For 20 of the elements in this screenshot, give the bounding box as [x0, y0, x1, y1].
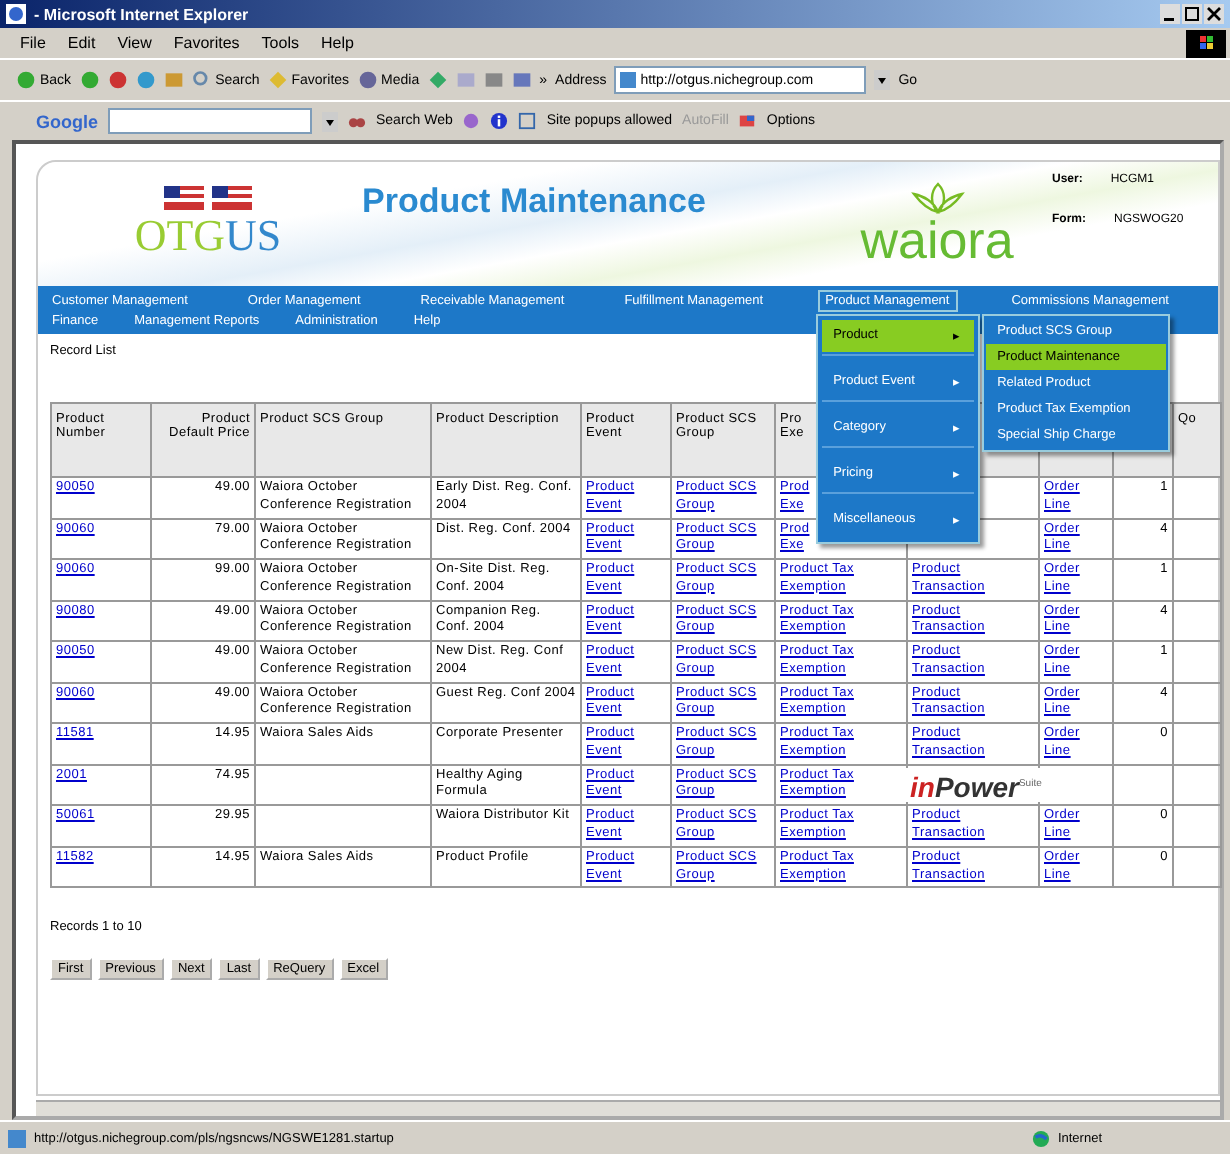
page-title: Product Maintenance [362, 182, 708, 222]
search-field[interactable] [108, 108, 312, 134]
menu-item[interactable]: Favorites [173, 34, 240, 52]
menu-item[interactable]: Edit [67, 34, 96, 52]
close-icon[interactable] [1204, 4, 1224, 24]
menu-item[interactable]: Tools [261, 34, 299, 52]
menu-item[interactable]: View [117, 34, 152, 52]
windows-logo-icon [1186, 29, 1226, 57]
menu-item[interactable]: Help [320, 34, 354, 52]
ball-icon[interactable] [462, 112, 481, 130]
globe-icon [1031, 1129, 1050, 1147]
waiora-logo: waiora [860, 214, 1014, 266]
window-title: - Microsoft Internet Explorer [34, 5, 249, 23]
maximize-icon[interactable] [1182, 4, 1202, 24]
browser-icon [6, 4, 26, 24]
flags-icon [164, 186, 252, 210]
minimize-icon[interactable] [1160, 4, 1180, 24]
info-icon[interactable] [490, 112, 509, 130]
menu-item[interactable]: File [20, 34, 46, 52]
lotus-icon [907, 182, 967, 214]
